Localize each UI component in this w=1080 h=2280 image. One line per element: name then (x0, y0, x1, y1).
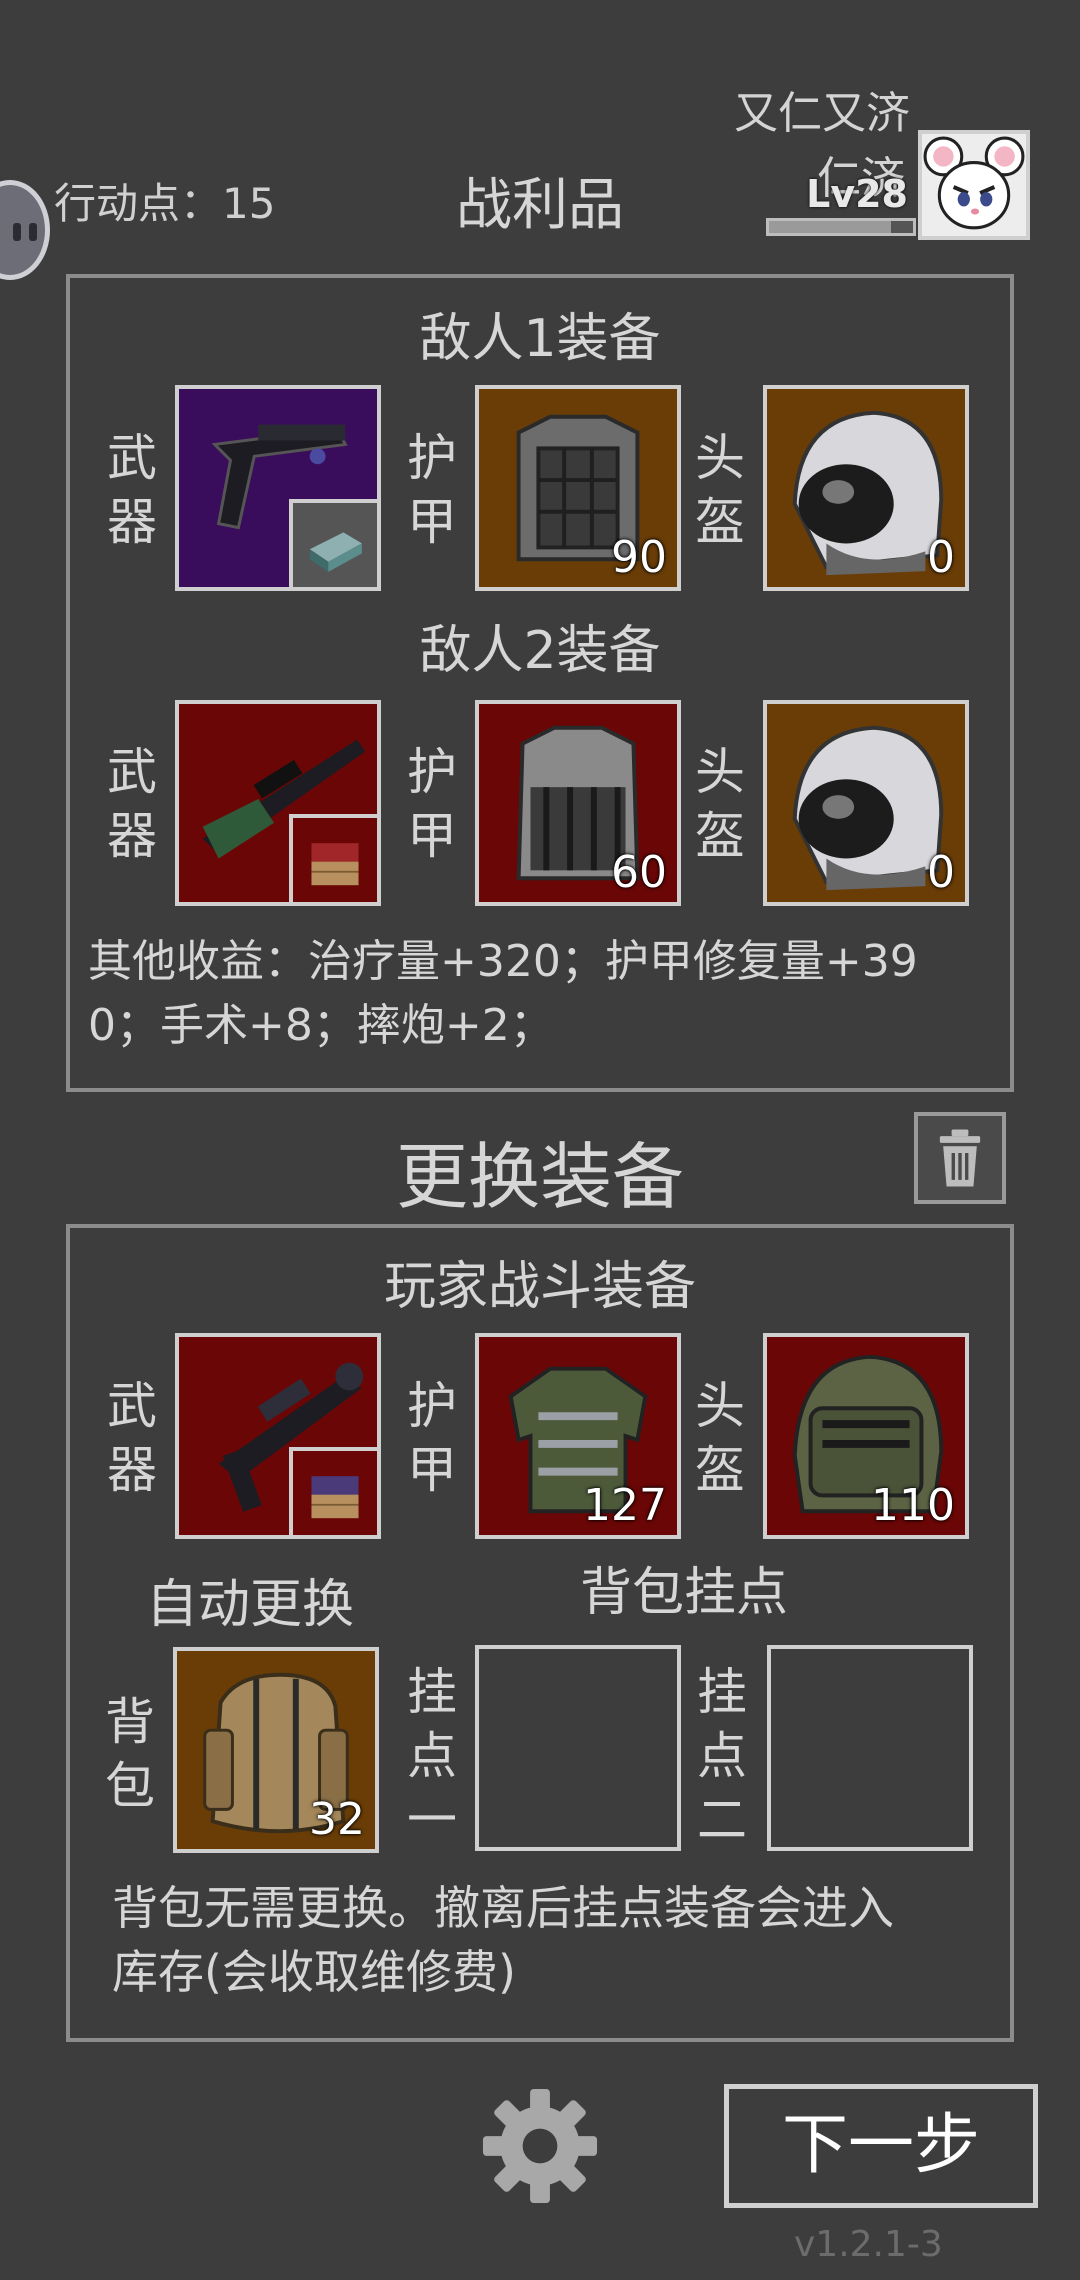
mount2-slot[interactable] (767, 1645, 973, 1851)
ammo-box-icon (309, 532, 362, 572)
helmet-label-char: 头 (695, 1377, 745, 1435)
armor-label-char: 护 (407, 1377, 457, 1435)
weapon-label-char: 器 (107, 1441, 157, 1499)
ammo-crate-icon (311, 1476, 359, 1519)
armor-durability: 90 (611, 532, 667, 583)
backpack-label-char: 背 (105, 1693, 155, 1751)
mount1-label-char: 挂 (407, 1663, 457, 1721)
weapon-label-char: 武 (107, 743, 157, 801)
mount2-label-char: 二 (697, 1791, 747, 1849)
enemy1-armor-slot[interactable]: 90 (475, 385, 681, 591)
armor-label-char: 护 (407, 743, 457, 801)
weapon-label-char: 器 (107, 807, 157, 865)
helmet-durability: 0 (927, 532, 955, 583)
settings-button[interactable] (478, 2084, 602, 2208)
other-income-line: 0；手术+8；摔炮+2； (88, 1000, 554, 1051)
weapon-label-char: 武 (107, 1377, 157, 1435)
ammo-crate-icon (311, 843, 359, 886)
player-level: Lv28 (806, 172, 908, 216)
xp-bar-fill (769, 221, 892, 233)
helmet-label-char: 头 (695, 743, 745, 801)
armor-label-char: 护 (407, 429, 457, 487)
enemy1-weapon-slot[interactable] (175, 385, 381, 591)
backpack-mounts-label: 背包挂点 (580, 1563, 789, 1623)
mount1-label-char: 点 (407, 1727, 457, 1785)
player-weapon-slot[interactable] (175, 1333, 381, 1539)
helmet-label-char: 盔 (695, 1441, 745, 1499)
helmet-label: 头 盔 (690, 740, 750, 868)
weapon-label: 武 器 (102, 1374, 162, 1502)
weapon-label-char: 器 (107, 493, 157, 551)
backpack-label: 背 包 (100, 1690, 160, 1818)
backpack-slot[interactable]: 32 (173, 1647, 379, 1853)
auto-swap-label[interactable]: 自动更换 (146, 1562, 354, 1637)
weapon-label: 武 器 (102, 426, 162, 554)
armor-label: 护 甲 (402, 740, 462, 868)
mount1-label: 挂 点 一 (402, 1660, 462, 1852)
ammo-slot[interactable] (289, 814, 377, 902)
mount1-label-char: 一 (407, 1791, 457, 1849)
player-equipment-heading: 玩家战斗装备 (383, 1257, 696, 1317)
armor-label: 护 甲 (402, 426, 462, 554)
mount2-label-char: 挂 (697, 1663, 747, 1721)
player-name: 又仁又济 (734, 88, 910, 139)
enemy2-armor-slot[interactable]: 60 (475, 700, 681, 906)
next-step-button[interactable]: 下一步 (724, 2084, 1038, 2208)
version-label: v1.2.1-3 (794, 2224, 943, 2265)
mount1-slot[interactable] (475, 1645, 681, 1851)
weapon-label: 武 器 (102, 740, 162, 868)
backpack-note-line: 库存(会收取维修费) (112, 1945, 516, 1999)
enemy1-heading: 敌人1装备 (419, 309, 661, 369)
backpack-value: 32 (309, 1794, 365, 1845)
backpack-label-char: 包 (105, 1757, 155, 1815)
gear-icon (482, 2088, 598, 2204)
other-income: 其他收益：治疗量+320；护甲修复量+39 0；手术+8；摔炮+2； (88, 930, 1008, 1058)
armor-durability: 127 (583, 1480, 667, 1531)
helmet-label: 头 盔 (690, 426, 750, 554)
helmet-label-char: 头 (695, 429, 745, 487)
trash-icon (939, 1129, 981, 1187)
helmet-label-char: 盔 (695, 807, 745, 865)
helmet-label: 头 盔 (690, 1374, 750, 1502)
armor-label-char: 甲 (407, 807, 457, 865)
backpack-note-line: 背包无需更换。撤离后挂点装备会进入 (112, 1881, 894, 1935)
helmet-durability: 110 (871, 1480, 955, 1531)
armor-label-char: 甲 (407, 493, 457, 551)
player-avatar[interactable] (918, 130, 1030, 240)
mount2-label: 挂 点 二 (692, 1660, 752, 1852)
armor-label: 护 甲 (402, 1374, 462, 1502)
weapon-label-char: 武 (107, 429, 157, 487)
mount2-label-char: 点 (697, 1727, 747, 1785)
helmet-label-char: 盔 (695, 493, 745, 551)
armor-label-char: 甲 (407, 1441, 457, 1499)
player-helmet-slot[interactable]: 110 (763, 1333, 969, 1539)
enemy2-helmet-slot[interactable]: 0 (763, 700, 969, 906)
armor-durability: 60 (611, 847, 667, 898)
other-income-line: 其他收益：治疗量+320；护甲修复量+39 (88, 936, 918, 987)
backpack-note: 背包无需更换。撤离后挂点装备会进入 库存(会收取维修费) (112, 1876, 1012, 2004)
helmet-durability: 0 (927, 847, 955, 898)
xp-bar (766, 218, 916, 236)
enemy2-weapon-slot[interactable] (175, 700, 381, 906)
ammo-slot[interactable] (289, 499, 377, 587)
mouse-avatar-icon (923, 136, 1025, 230)
enemy1-helmet-slot[interactable]: 0 (763, 385, 969, 591)
player-armor-slot[interactable]: 127 (475, 1333, 681, 1539)
enemy2-heading: 敌人2装备 (419, 621, 661, 681)
ammo-slot[interactable] (289, 1447, 377, 1535)
discard-button[interactable] (914, 1112, 1006, 1204)
